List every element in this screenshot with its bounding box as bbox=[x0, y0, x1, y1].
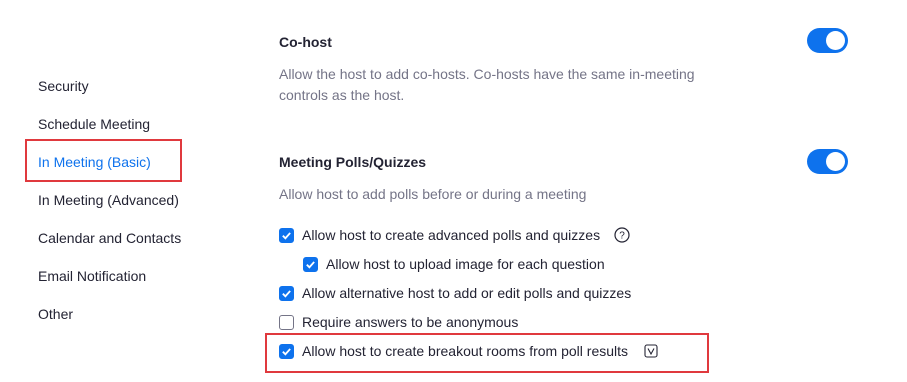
option-anonymous-answers: Require answers to be anonymous bbox=[279, 314, 518, 330]
cohost-toggle[interactable] bbox=[807, 28, 848, 53]
sidebar-item-security[interactable]: Security bbox=[38, 78, 89, 94]
cohost-description-line2: controls as the host. bbox=[279, 87, 405, 103]
advanced-polls-checkbox[interactable] bbox=[279, 227, 294, 243]
svg-text:?: ? bbox=[619, 231, 625, 242]
cohost-title: Co-host bbox=[279, 34, 332, 50]
sidebar-item-in-meeting-advanced[interactable]: In Meeting (Advanced) bbox=[38, 192, 179, 208]
anonymous-answers-label: Require answers to be anonymous bbox=[302, 314, 519, 330]
help-icon[interactable]: ? bbox=[614, 227, 630, 243]
anonymous-answers-checkbox[interactable] bbox=[279, 314, 294, 330]
polls-title: Meeting Polls/Quizzes bbox=[279, 154, 427, 170]
sidebar-item-email-notification[interactable]: Email Notification bbox=[38, 268, 146, 284]
option-upload-image: Allow host to upload image for each ques… bbox=[303, 256, 605, 272]
option-advanced-polls: Allow host to create advanced polls and … bbox=[279, 227, 630, 243]
polls-toggle[interactable] bbox=[807, 149, 848, 174]
cohost-description-line1: Allow the host to add co-hosts. Co-hosts… bbox=[279, 66, 695, 82]
alternative-host-label: Allow alternative host to add or edit po… bbox=[302, 285, 632, 301]
active-item-highlight-box bbox=[25, 139, 182, 182]
sidebar-item-schedule-meeting[interactable]: Schedule Meeting bbox=[38, 116, 150, 132]
cohost-description: Allow the host to add co-hosts. Co-hosts… bbox=[279, 64, 695, 106]
sidebar-item-other[interactable]: Other bbox=[38, 306, 73, 322]
upload-image-label: Allow host to upload image for each ques… bbox=[326, 256, 605, 272]
toggle-knob bbox=[826, 152, 845, 171]
sidebar-item-calendar-contacts[interactable]: Calendar and Contacts bbox=[38, 230, 181, 246]
option-alternative-host: Allow alternative host to add or edit po… bbox=[279, 285, 631, 301]
advanced-polls-label: Allow host to create advanced polls and … bbox=[302, 227, 601, 243]
breakout-option-highlight-box bbox=[265, 333, 709, 373]
upload-image-checkbox[interactable] bbox=[303, 256, 318, 272]
toggle-knob bbox=[826, 31, 845, 50]
polls-description: Allow host to add polls before or during… bbox=[279, 186, 587, 202]
alternative-host-checkbox[interactable] bbox=[279, 285, 294, 301]
